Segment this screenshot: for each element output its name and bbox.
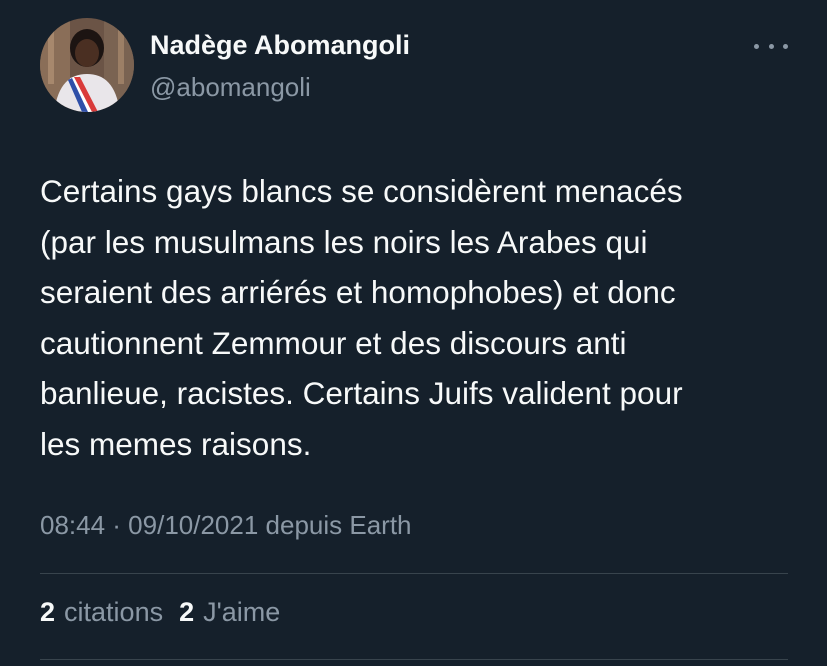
dot	[768, 43, 774, 49]
dot	[783, 43, 788, 49]
quotes-label: citations	[64, 597, 164, 627]
likes-label: J'aime	[203, 597, 281, 627]
divider	[40, 659, 788, 660]
tweet-stats: 2 citations 2 J'aime	[40, 597, 296, 628]
avatar-image	[40, 18, 134, 112]
tweet-detail: Nadège Abomangoli @abomangoli Certains g…	[0, 0, 827, 666]
dot	[754, 43, 759, 49]
tweet-timestamp[interactable]: 08:44 · 09/10/2021 depuis Earth	[40, 510, 412, 541]
quotes-count: 2	[40, 597, 56, 627]
ellipsis-icon[interactable]	[754, 36, 788, 56]
likes-count: 2	[179, 597, 195, 627]
tweet-text-line: cautionnent Zemmour et des discours anti	[40, 324, 627, 361]
author-handle[interactable]: @abomangoli	[150, 72, 311, 103]
divider	[40, 573, 788, 574]
tweet-text: Certains gays blancs se considèrent mena…	[40, 166, 800, 469]
avatar[interactable]	[40, 18, 134, 112]
tweet-text-line: (par les musulmans les noirs les Arabes …	[40, 223, 648, 260]
author-name[interactable]: Nadège Abomangoli	[150, 30, 410, 61]
tweet-text-line: banlieue, racistes. Certains Juifs valid…	[40, 375, 683, 411]
tweet-text-line: Certains gays blancs se considèrent mena…	[40, 173, 683, 209]
quotes-stat[interactable]: 2 citations	[40, 597, 163, 628]
tweet-text-line: les memes raisons.	[40, 425, 312, 462]
tweet-text-line: seraient des arriérés et homophobes) et …	[40, 274, 676, 310]
likes-stat[interactable]: 2 J'aime	[179, 597, 280, 628]
